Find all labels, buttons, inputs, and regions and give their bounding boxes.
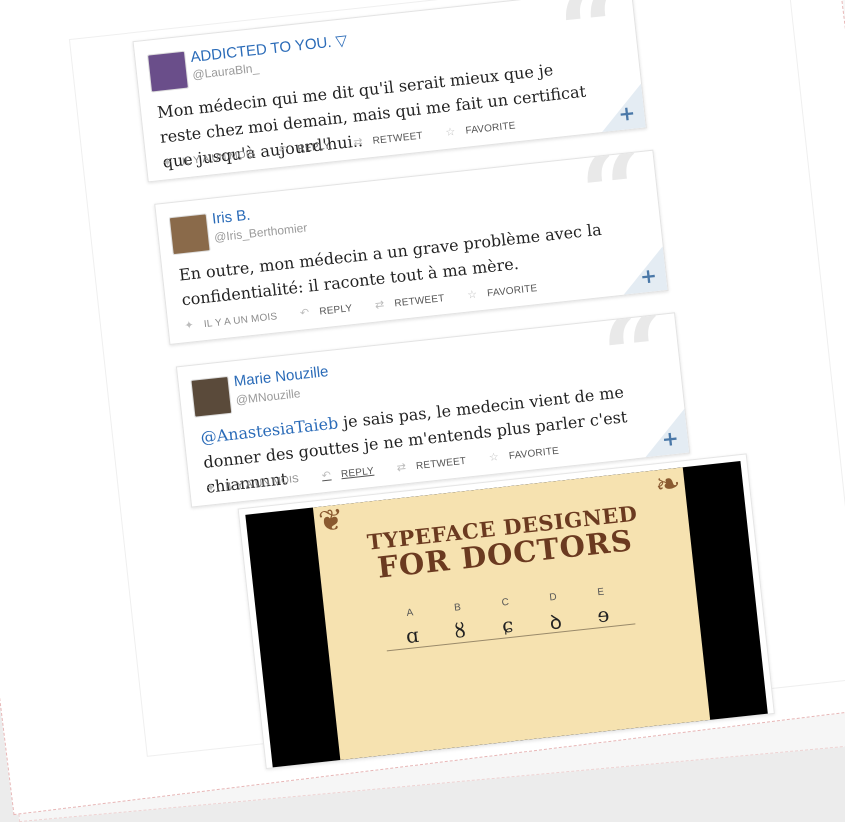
reply-label: REPLY <box>318 303 353 318</box>
user-name-text[interactable]: ADDICTED TO YOU. ▽ <box>190 32 348 66</box>
timestamp[interactable]: ✦ IL Y A UN MOIS <box>184 310 288 332</box>
scene: “ ADDICTED TO YOU. ▽ @LauraBln_ Mon méde… <box>0 0 845 770</box>
time-text: IL Y A UN MOIS <box>203 311 278 331</box>
poster: ❦ ❧ TYPEFACE DESIGNED FOR DOCTORS Aɑ Bȣ … <box>312 466 711 761</box>
user-handle[interactable]: @MNouzille <box>235 386 301 407</box>
avatar[interactable] <box>147 50 189 93</box>
plus-icon[interactable]: + <box>661 426 680 452</box>
retweet-label: RETWEET <box>393 293 446 310</box>
reply-icon: ↶ <box>277 143 289 158</box>
avatar[interactable] <box>168 213 211 256</box>
plus-icon[interactable]: + <box>639 263 658 289</box>
twitter-bird-icon: ✦ <box>162 155 173 170</box>
plus-icon[interactable]: + <box>617 100 636 126</box>
letter-glyph: ɑ <box>404 622 420 649</box>
letter-sample: Eɘ <box>585 585 619 628</box>
avatar[interactable] <box>190 375 233 418</box>
media-image[interactable]: ❦ ❧ TYPEFACE DESIGNED FOR DOCTORS Aɑ Bȣ … <box>245 461 768 768</box>
poster-title: TYPEFACE DESIGNED FOR DOCTORS <box>316 497 691 589</box>
reply-icon: ↶ <box>299 305 311 320</box>
star-icon: ☆ <box>488 450 500 465</box>
twitter-bird-icon: ✦ <box>205 480 217 495</box>
favorite-button[interactable]: ☆ FAVORITE <box>467 282 548 302</box>
tweet-card[interactable]: “ Iris B. @Iris_Berthomier En outre, mon… <box>154 149 669 346</box>
twitter-bird-icon: ✦ <box>183 318 195 333</box>
retweet-button[interactable]: ⇄ RETWEET <box>374 292 455 312</box>
favorite-label: FAVORITE <box>486 283 538 300</box>
user-name[interactable]: Iris B. <box>211 207 251 228</box>
letter-sample: Aɑ <box>394 606 428 649</box>
user-name[interactable]: Marie Nouzille <box>233 363 329 390</box>
retweet-icon: ⇄ <box>396 460 407 475</box>
user-name[interactable]: ADDICTED TO YOU. ▽ <box>190 31 348 66</box>
star-icon: ☆ <box>466 287 478 302</box>
letter-sample: Dꝺ <box>538 591 572 637</box>
tweet-card[interactable]: “ ADDICTED TO YOU. ▽ @LauraBln_ Mon méde… <box>132 0 647 183</box>
reply-button[interactable]: ↶ REPLY <box>299 302 363 320</box>
letter-glyph: ɕ <box>500 612 515 638</box>
letter-sample: Cɕ <box>490 596 524 639</box>
letter-glyph: ɘ <box>596 602 611 628</box>
retweet-icon: ⇄ <box>352 135 364 149</box>
letter-sample: Bȣ <box>442 601 476 644</box>
reply-icon: ↶ <box>321 468 332 483</box>
star-icon: ☆ <box>444 124 457 139</box>
letter-samples: Aɑ Bȣ Cɕ Dꝺ Eɘ <box>394 583 633 649</box>
tweet-column: “ ADDICTED TO YOU. ▽ @LauraBln_ Mon méde… <box>70 0 845 770</box>
media-card[interactable]: ❦ ❧ TYPEFACE DESIGNED FOR DOCTORS Aɑ Bȣ … <box>237 453 775 770</box>
letter-glyph: ȣ <box>453 617 467 643</box>
retweet-icon: ⇄ <box>374 297 386 312</box>
